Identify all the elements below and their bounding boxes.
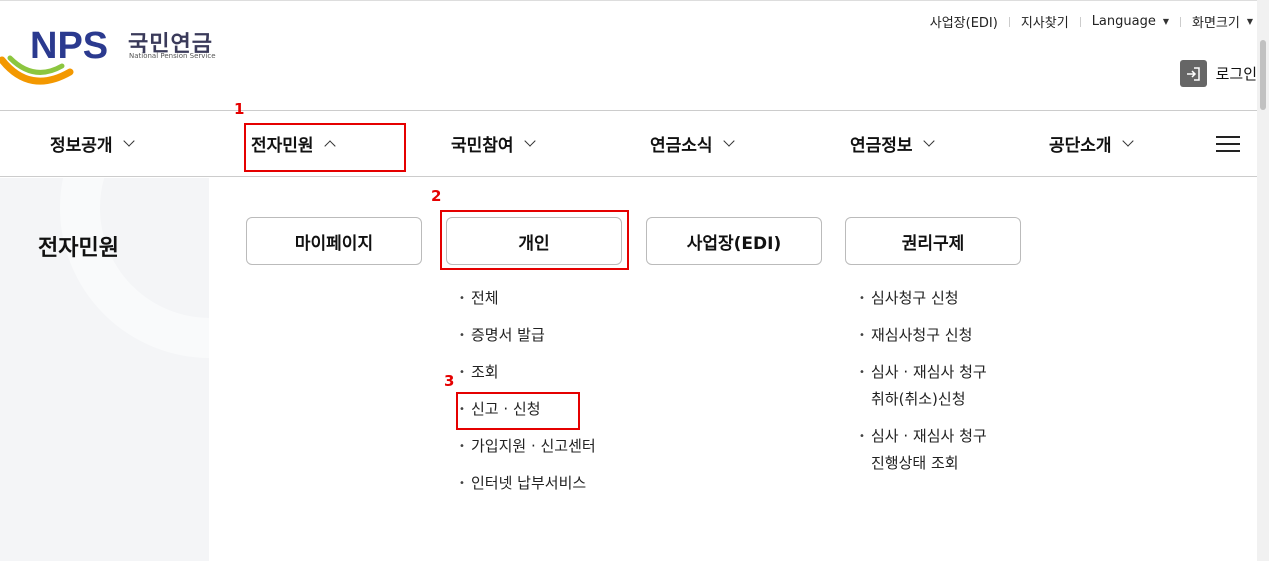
business-edi-button[interactable]: 사업장(EDI)	[646, 217, 822, 265]
item-line: 심사 · 재심사 청구	[871, 427, 987, 445]
side-decoration	[60, 178, 209, 358]
caret-down-icon: ▼	[1246, 17, 1253, 26]
gnb-participation[interactable]: 국민참여	[451, 131, 536, 156]
submenu-item-subscription-center[interactable]: 가입지원 · 신고센터	[459, 433, 596, 460]
submenu-item-withdraw-request[interactable]: 심사 · 재심사 청구취하(취소)신청	[859, 359, 987, 413]
chevron-down-icon	[922, 134, 935, 147]
submenu-item-progress-status[interactable]: 심사 · 재심사 청구진행상태 조회	[859, 423, 987, 477]
util-divider	[1008, 16, 1010, 27]
login-label: 로그인	[1215, 65, 1257, 83]
submenu-item-internet-payment[interactable]: 인터넷 납부서비스	[459, 470, 596, 497]
side-title: 전자민원	[38, 236, 119, 261]
util-branch-link[interactable]: 지사찾기	[1021, 12, 1069, 31]
main-nav: 정보공개 전자민원 국민참여 연금소식 연금정보 공단소개	[0, 110, 1258, 177]
annotation-box-2	[440, 210, 629, 270]
gnb-about[interactable]: 공단소개	[1049, 131, 1134, 156]
annotation-number-3: 3	[444, 372, 455, 390]
logo-name-en: National Pension Service	[129, 52, 216, 60]
annotation-number-1: 1	[234, 100, 245, 118]
scrollbar[interactable]	[1257, 0, 1269, 561]
gnb-label: 정보공개	[50, 136, 113, 156]
annotation-box-3	[456, 392, 580, 430]
login-button[interactable]: 로그인	[1179, 60, 1257, 87]
util-branch-label: 지사찾기	[1020, 16, 1069, 31]
submenu-item-certificate[interactable]: 증명서 발급	[459, 322, 596, 349]
chevron-down-icon	[122, 134, 135, 147]
gnb-pension-info[interactable]: 연금정보	[850, 131, 935, 156]
annotation-number-2: 2	[431, 187, 442, 205]
item-line: 재심사청구 신청	[871, 326, 973, 344]
page: NPS 국민연금 National Pension Service 사업장(ED…	[0, 0, 1269, 561]
util-edi-label: 사업장(EDI)	[929, 16, 998, 31]
language-label: Language	[1091, 14, 1156, 29]
util-divider	[1079, 16, 1081, 27]
chevron-down-icon	[722, 134, 735, 147]
mypage-button[interactable]: 마이페이지	[246, 217, 422, 265]
gnb-label: 공단소개	[1049, 136, 1112, 156]
item-line: 심사 · 재심사 청구	[871, 363, 987, 381]
login-icon	[1179, 60, 1207, 87]
language-dropdown[interactable]: Language ▼	[1092, 14, 1169, 29]
item-line: 심사청구 신청	[871, 289, 959, 307]
chevron-down-icon	[523, 134, 536, 147]
submenu-item-re-review-request[interactable]: 재심사청구 신청	[859, 322, 987, 349]
item-line: 진행상태 조회	[871, 454, 959, 472]
caret-down-icon: ▼	[1162, 17, 1169, 26]
item-line: 취하(취소)신청	[871, 390, 966, 408]
hamburger-menu-icon[interactable]	[1216, 136, 1240, 154]
gnb-label: 국민참여	[451, 136, 514, 156]
annotation-box-1	[244, 123, 406, 172]
rights-relief-button[interactable]: 권리구제	[845, 217, 1021, 265]
nps-logo-mark: NPS	[0, 25, 108, 85]
utility-nav: 사업장(EDI) 지사찾기 Language ▼ 화면크기 ▼	[930, 12, 1253, 31]
scrollbar-thumb[interactable]	[1260, 40, 1266, 110]
util-edi-link[interactable]: 사업장(EDI)	[930, 12, 998, 31]
chevron-down-icon	[1121, 134, 1134, 147]
gnb-pension-news[interactable]: 연금소식	[650, 131, 735, 156]
logo-letters: NPS	[30, 25, 108, 67]
gnb-label: 연금소식	[650, 136, 713, 156]
gnb-label: 연금정보	[850, 136, 913, 156]
submenu-item-review-request[interactable]: 심사청구 신청	[859, 285, 987, 312]
screen-size-dropdown[interactable]: 화면크기 ▼	[1192, 12, 1253, 31]
gnb-info-disclosure[interactable]: 정보공개	[50, 131, 135, 156]
util-divider	[1180, 16, 1181, 27]
relief-submenu: 심사청구 신청 재심사청구 신청 심사 · 재심사 청구취하(취소)신청 심사 …	[859, 285, 987, 487]
nps-logo[interactable]: NPS 국민연금 National Pension Service	[0, 20, 230, 90]
top-border	[0, 0, 1269, 1]
submenu-item-inquiry[interactable]: 조회	[459, 359, 596, 386]
screen-size-label: 화면크기	[1192, 16, 1240, 31]
submenu-item-all[interactable]: 전체	[459, 285, 596, 312]
side-panel: 전자민원	[0, 178, 209, 561]
